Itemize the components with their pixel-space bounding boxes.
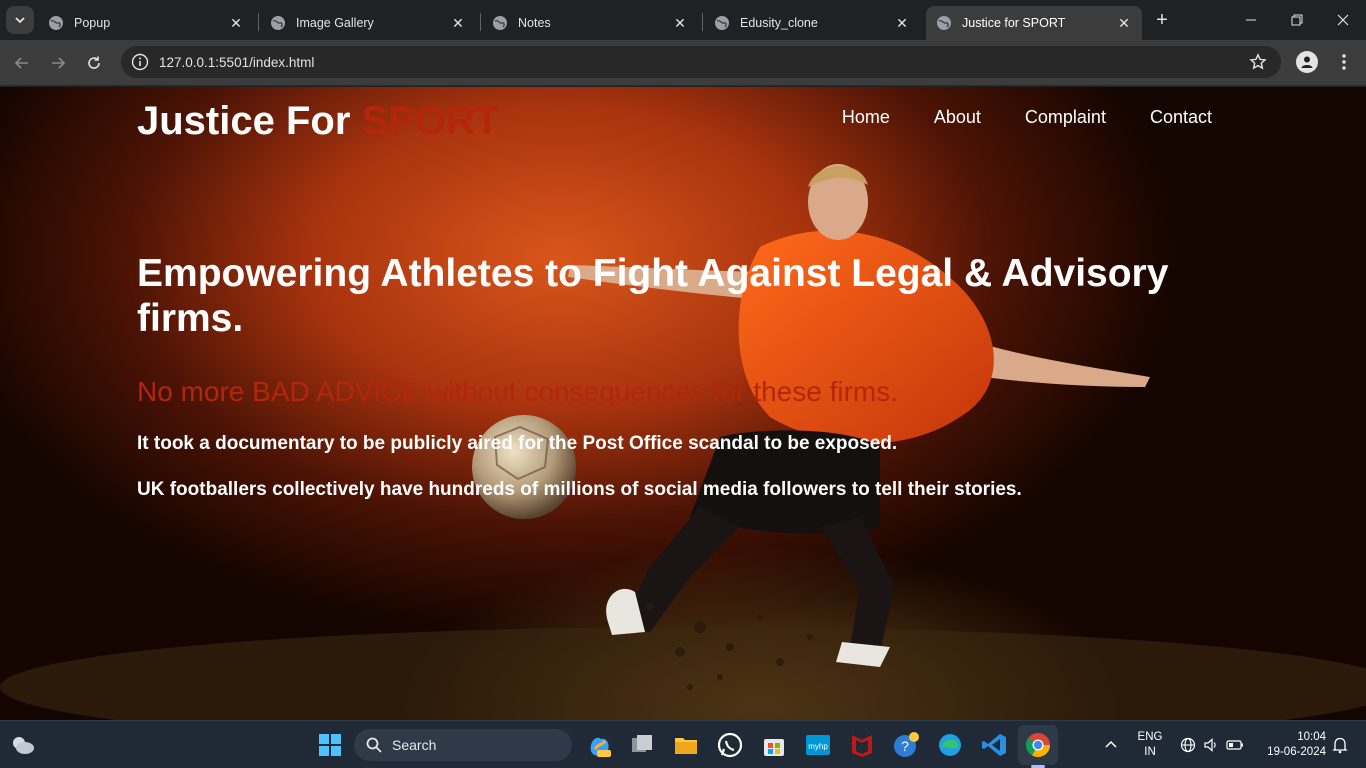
forward-button[interactable]	[45, 50, 71, 76]
tab-edusity-clone[interactable]: Edusity_clone ✕	[704, 6, 920, 40]
nav-link-contact[interactable]: Contact	[1150, 107, 1212, 128]
tab-image-gallery[interactable]: Image Gallery ✕	[260, 6, 476, 40]
tab-strip: Popup ✕ Image Gallery ✕ Notes ✕ Edusity_…	[0, 0, 1366, 40]
microsoft-store-icon[interactable]	[760, 731, 788, 759]
close-window-button[interactable]	[1320, 0, 1366, 40]
chrome-icon[interactable]	[1024, 731, 1052, 759]
back-button[interactable]	[9, 50, 35, 76]
task-view-icon[interactable]	[628, 731, 656, 759]
tab-search-button[interactable]	[6, 6, 34, 34]
url-text[interactable]: 127.0.0.1:5501/index.html	[159, 55, 314, 70]
globe-icon	[715, 16, 729, 30]
minimize-button[interactable]	[1228, 0, 1274, 40]
whatsapp-icon[interactable]	[716, 731, 744, 759]
close-icon[interactable]: ✕	[228, 15, 244, 31]
tab-separator	[258, 13, 259, 31]
nav-link-complaint[interactable]: Complaint	[1025, 107, 1106, 128]
battery-icon[interactable]	[1226, 738, 1244, 752]
tab-title: Popup	[74, 16, 111, 30]
search-icon	[366, 737, 382, 753]
edge-icon[interactable]	[936, 731, 964, 759]
profile-button[interactable]	[1296, 51, 1318, 73]
file-explorer-icon[interactable]	[672, 731, 700, 759]
logo-main-text: Justice For	[137, 99, 362, 143]
globe-icon	[937, 16, 951, 30]
myhp-icon[interactable]: myhp	[804, 731, 832, 759]
close-icon[interactable]: ✕	[450, 15, 466, 31]
main-nav: Home About Complaint Contact	[842, 107, 1212, 128]
info-icon[interactable]	[131, 53, 149, 71]
close-icon	[1337, 14, 1349, 26]
close-icon[interactable]: ✕	[894, 15, 910, 31]
restore-button[interactable]	[1274, 0, 1320, 40]
browser-toolbar: 127.0.0.1:5501/index.html	[0, 40, 1366, 86]
star-icon[interactable]	[1249, 53, 1267, 71]
tab-separator	[702, 13, 703, 31]
svg-text:?: ?	[901, 738, 909, 754]
vscode-icon[interactable]	[980, 731, 1008, 759]
network-globe-icon[interactable]	[1180, 737, 1196, 753]
nav-link-home[interactable]: Home	[842, 107, 890, 128]
tab-title: Justice for SPORT	[962, 16, 1066, 30]
logo-accent-text: SPORT	[361, 99, 500, 143]
region-code: IN	[1144, 746, 1156, 758]
close-icon[interactable]: ✕	[672, 15, 688, 31]
site-logo[interactable]: Justice For SPORT	[137, 99, 499, 144]
taskbar-search-box[interactable]: Search	[354, 729, 572, 761]
weather-icon[interactable]	[10, 733, 36, 757]
language-code: ENG	[1137, 731, 1163, 743]
restore-icon	[1291, 14, 1303, 26]
windows-start-icon[interactable]	[316, 731, 344, 759]
arrow-left-icon	[14, 57, 28, 69]
chevron-up-icon[interactable]	[1104, 738, 1118, 752]
hero-paragraph-footballers: UK footballers collectively have hundred…	[137, 479, 1022, 500]
chevron-down-icon	[15, 17, 25, 24]
clock[interactable]: 10:04 19-06-2024	[1258, 730, 1326, 760]
person-icon	[1301, 56, 1313, 68]
more-vertical-icon	[1342, 54, 1346, 70]
globe-icon	[271, 16, 285, 30]
menu-button[interactable]	[1334, 51, 1354, 73]
tab-separator	[480, 13, 481, 31]
tab-notes[interactable]: Notes ✕	[482, 6, 698, 40]
football-icon	[472, 415, 576, 519]
clock-date: 19-06-2024	[1267, 746, 1326, 758]
nav-link-about[interactable]: About	[934, 107, 981, 128]
close-icon[interactable]: ✕	[1116, 15, 1132, 31]
site-header: Justice For SPORT Home About Complaint C…	[137, 97, 1212, 144]
tab-title: Image Gallery	[296, 16, 374, 30]
copilot-icon[interactable]	[585, 731, 613, 759]
tab-justice-for-sport[interactable]: Justice for SPORT ✕	[926, 6, 1142, 40]
globe-icon	[493, 16, 507, 30]
new-tab-button[interactable]: +	[1150, 8, 1174, 32]
get-help-icon[interactable]: ?	[892, 731, 920, 759]
reload-icon	[88, 56, 100, 69]
hero-subtitle: No more BAD ADVICE without consequences …	[137, 376, 898, 407]
page-viewport: Justice For SPORT Home About Complaint C…	[0, 87, 1366, 720]
globe-icon	[49, 16, 63, 30]
minimize-icon	[1246, 19, 1256, 21]
hero-paragraph-post-office: It took a documentary to be publicly air…	[137, 433, 898, 454]
windows-taskbar: Search myhp ? ENG IN 10:04 19-06-2024	[0, 720, 1366, 768]
hero-title: Empowering Athletes to Fight Against Leg…	[137, 252, 1169, 340]
language-indicator[interactable]: ENG IN	[1134, 730, 1166, 760]
svg-text:myhp: myhp	[808, 742, 828, 751]
tab-title: Edusity_clone	[740, 16, 818, 30]
tab-popup[interactable]: Popup ✕	[38, 6, 254, 40]
mcafee-icon[interactable]	[848, 731, 876, 759]
volume-icon[interactable]	[1203, 737, 1219, 753]
tab-title: Notes	[518, 16, 551, 30]
footballer-figure	[568, 164, 1150, 667]
arrow-right-icon	[52, 57, 66, 69]
address-bar[interactable]: 127.0.0.1:5501/index.html	[121, 46, 1281, 78]
notification-bell-icon[interactable]	[1332, 736, 1348, 754]
reload-button[interactable]	[81, 50, 107, 76]
clock-time: 10:04	[1297, 731, 1326, 743]
search-label: Search	[392, 737, 437, 753]
